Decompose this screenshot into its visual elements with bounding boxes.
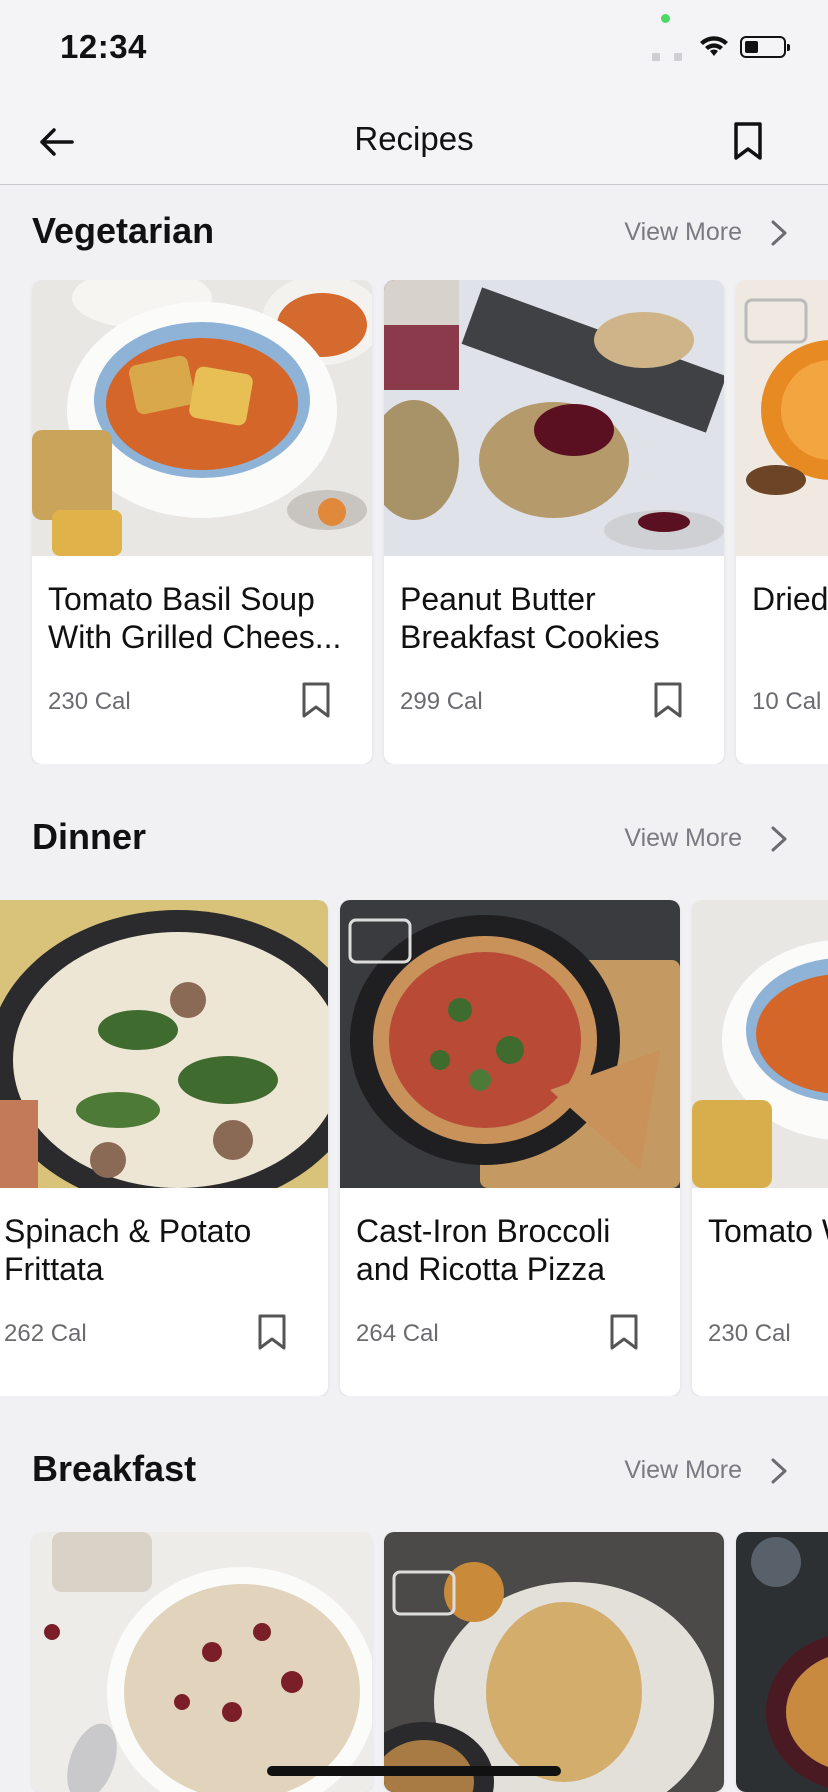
recipe-calories: 230 Cal xyxy=(48,688,131,715)
section-dinner: Dinner View More Spinach & Potato Fritta… xyxy=(0,790,828,1396)
recipe-card[interactable] xyxy=(736,1532,828,1792)
chevron-right-icon xyxy=(771,1458,787,1483)
recipe-image xyxy=(736,1532,828,1792)
recipe-title: Spinach & Potato Frittata xyxy=(4,1213,252,1287)
battery-icon xyxy=(740,36,790,58)
status-bar: 12:34 xyxy=(0,0,828,100)
recipe-card[interactable]: Spinach & Potato Frittata 262 Cal xyxy=(0,900,328,1396)
save-recipe-button[interactable] xyxy=(298,678,334,722)
view-more-button[interactable]: View More xyxy=(624,824,788,853)
home-indicator xyxy=(267,1766,561,1776)
recipe-carousel[interactable]: Spinach & Potato Frittata 262 Cal Cast-I… xyxy=(0,900,828,1396)
section-breakfast: Breakfast View More xyxy=(0,1422,828,1792)
recipe-card[interactable]: Tomato With Gri 230 Cal xyxy=(692,900,828,1396)
save-recipe-button[interactable] xyxy=(650,678,686,722)
recipe-card[interactable] xyxy=(384,1532,724,1792)
save-recipe-button[interactable] xyxy=(254,1310,290,1354)
save-recipe-button[interactable] xyxy=(606,1310,642,1354)
bookmark-icon xyxy=(302,682,330,718)
recipe-title: Cast-Iron Broccoli and Ricotta Pizza xyxy=(356,1213,611,1287)
section-title: Breakfast xyxy=(32,1448,197,1489)
recipe-carousel[interactable] xyxy=(0,1532,828,1792)
recipe-image xyxy=(736,280,828,556)
saved-recipes-button[interactable] xyxy=(726,116,770,166)
recipe-image xyxy=(32,280,372,556)
recipe-card[interactable] xyxy=(32,1532,372,1792)
recipe-card[interactable]: Cast-Iron Broccoli and Ricotta Pizza 264… xyxy=(340,900,680,1396)
recipe-calories: 299 Cal xyxy=(400,688,483,715)
bookmark-icon xyxy=(258,1314,286,1350)
recipe-title: Tomato With Gri xyxy=(708,1213,828,1249)
section-title: Dinner xyxy=(32,816,147,857)
view-more-button[interactable]: View More xyxy=(624,218,788,247)
recipe-image xyxy=(692,900,828,1188)
view-more-label: View More xyxy=(624,824,742,852)
recipe-title: Dried Mock xyxy=(752,581,828,617)
recipe-card[interactable]: Tomato Basil Soup With Grilled Chees... … xyxy=(32,280,372,764)
view-more-label: View More xyxy=(624,1456,742,1484)
chevron-right-icon xyxy=(771,826,787,851)
recipe-calories: 10 Cal xyxy=(752,688,822,715)
bookmark-icon xyxy=(654,682,682,718)
recipe-calories: 262 Cal xyxy=(4,1320,87,1347)
recipe-image xyxy=(0,900,328,1188)
recipe-card[interactable]: Peanut Butter Breakfast Cookies 299 Cal xyxy=(384,280,724,764)
page-title: Recipes xyxy=(354,120,474,157)
wifi-icon xyxy=(700,36,728,56)
recipe-calories: 230 Cal xyxy=(708,1320,791,1347)
recipe-title: Tomato Basil Soup With Grilled Chees... xyxy=(48,581,342,655)
status-time: 12:34 xyxy=(60,28,147,65)
recipe-image xyxy=(340,900,680,1188)
recipe-image xyxy=(384,280,724,556)
recipe-card[interactable]: Dried Mock 10 Cal xyxy=(736,280,828,764)
section-title: Vegetarian xyxy=(32,210,215,251)
recipe-carousel[interactable]: Tomato Basil Soup With Grilled Chees... … xyxy=(0,280,828,764)
recipe-calories: 264 Cal xyxy=(356,1320,439,1347)
recipe-image xyxy=(384,1532,724,1792)
bookmark-icon xyxy=(610,1314,638,1350)
navigation-bar: Recipes xyxy=(0,100,828,185)
section-vegetarian: Vegetarian View More Tomato Basil Soup W… xyxy=(0,184,828,764)
chevron-right-icon xyxy=(771,220,787,245)
view-more-button[interactable]: View More xyxy=(624,1456,788,1485)
recipe-image xyxy=(32,1532,372,1792)
camera-indicator-dot xyxy=(661,14,670,23)
bookmark-icon xyxy=(734,122,762,160)
view-more-label: View More xyxy=(624,218,742,246)
cellular-signal-icon xyxy=(652,48,696,66)
recipe-title: Peanut Butter Breakfast Cookies xyxy=(400,581,660,655)
